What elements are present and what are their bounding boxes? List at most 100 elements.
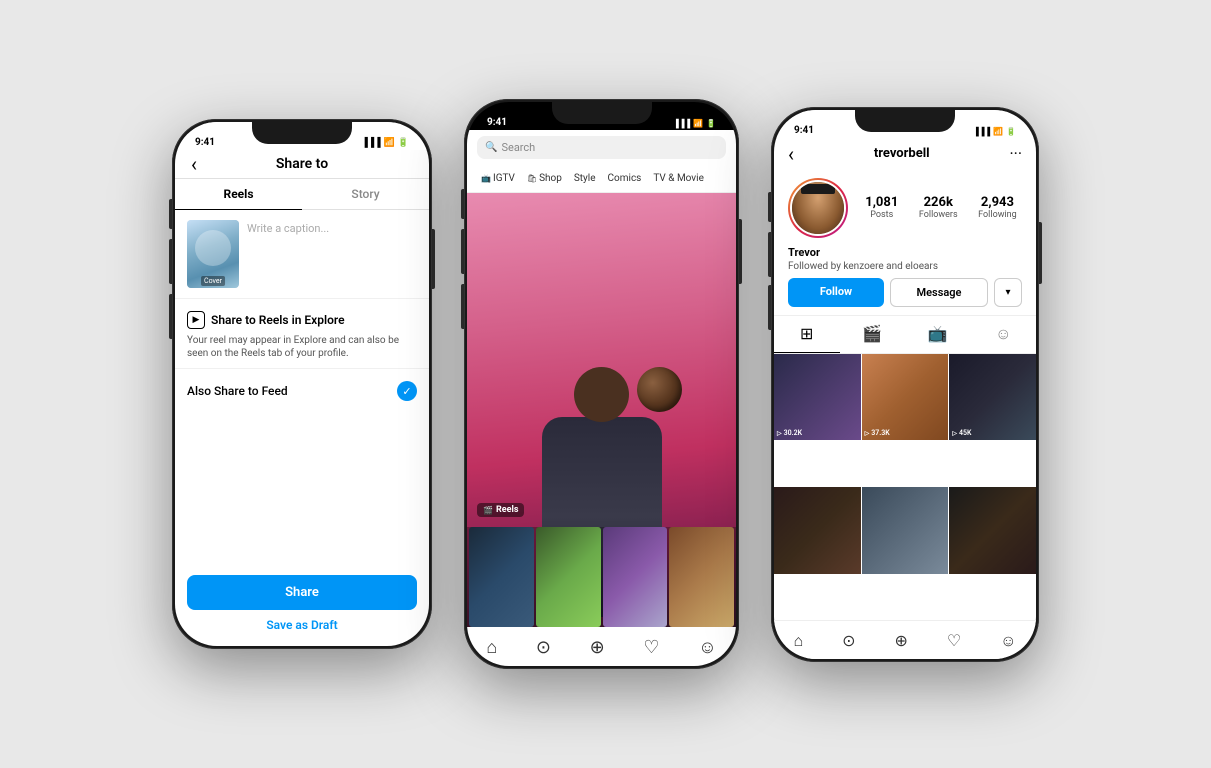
- nav-profile-icon[interactable]: ☺: [698, 637, 716, 658]
- nav-search-icon[interactable]: ⊙: [536, 637, 551, 658]
- also-share-toggle[interactable]: ✓: [397, 381, 417, 401]
- avatar-hat: [801, 184, 835, 194]
- reel-main-video: 🎬 Reels: [467, 193, 736, 627]
- stats-row: 1,081 Posts 226k Followers 2,943 Followi…: [860, 195, 1022, 220]
- profile-back-button[interactable]: ‹: [788, 142, 794, 166]
- grid-cell-6[interactable]: [949, 487, 1036, 574]
- ct-tagged-tab[interactable]: ☺: [971, 316, 1037, 353]
- cat-tv-label: TV & Movie: [653, 173, 704, 184]
- explore-section-title: Share to Reels in Explore: [211, 313, 345, 327]
- time-2: 9:41: [487, 117, 507, 128]
- wifi-icon-3: 📶: [993, 127, 1003, 136]
- cat-comics[interactable]: Comics: [602, 169, 648, 188]
- stat-posts-num: 1,081: [865, 195, 898, 210]
- nav3-profile-icon[interactable]: ☺: [1000, 631, 1016, 651]
- share-tabs: Reels Story: [175, 179, 429, 210]
- reels-label-overlay: 🎬 Reels: [477, 503, 524, 517]
- nav3-search-icon[interactable]: ⊙: [842, 631, 855, 651]
- share-button[interactable]: Share: [187, 575, 417, 610]
- stat-followers-label: Followers: [919, 210, 958, 220]
- play-icon-3: ▷: [952, 430, 957, 437]
- cat-tv[interactable]: TV & Movie: [647, 169, 710, 188]
- cat-style[interactable]: Style: [568, 169, 602, 188]
- grid-cell-2[interactable]: ▷37.3K: [862, 354, 949, 441]
- share-title: Share to: [276, 156, 328, 172]
- profile-actions: Follow Message ▾: [774, 278, 1036, 315]
- grid-cell-1[interactable]: ▷30.2K: [774, 354, 861, 441]
- thumb-3[interactable]: [603, 527, 668, 627]
- stat-followers-num: 226k: [919, 195, 958, 210]
- follow-button[interactable]: Follow: [788, 278, 884, 307]
- caption-input[interactable]: Write a caption...: [247, 220, 417, 288]
- phone3-bottom-nav: ⌂ ⊙ ⊕ ♡ ☺: [774, 620, 1036, 659]
- followed-by-text: Followed by kenzoere and eloears: [774, 261, 1036, 278]
- tab-reels[interactable]: Reels: [175, 179, 302, 209]
- cover-label: Cover: [201, 276, 225, 286]
- basketball: [637, 367, 682, 412]
- stat-following-num: 2,943: [978, 195, 1017, 210]
- share-body: Cover Write a caption... ▶ Share to Reel…: [175, 210, 429, 565]
- scene: 9:41 ▐▐▐ 📶 🔋 ‹ Share to Reels Story: [0, 0, 1211, 768]
- stat-following: 2,943 Following: [978, 195, 1017, 220]
- reels-badge-text: Reels: [496, 505, 519, 515]
- profile-nav: ‹ trevorbell ···: [774, 138, 1036, 170]
- status-icons-2: ▐▐▐ 📶 🔋: [673, 119, 716, 128]
- cat-comics-label: Comics: [608, 173, 642, 184]
- search-input-box[interactable]: 🔍 Search: [477, 136, 726, 159]
- time-3: 9:41: [794, 125, 814, 136]
- ct-grid-tab[interactable]: ⊞: [774, 316, 840, 353]
- dropdown-button[interactable]: ▾: [994, 278, 1022, 307]
- ct-reels-tab[interactable]: 🎬: [840, 316, 906, 353]
- profile-more-button[interactable]: ···: [1009, 144, 1022, 163]
- explore-description: Your reel may appear in Explore and can …: [187, 334, 417, 360]
- profile-username: trevorbell: [874, 146, 930, 161]
- status-icons-3: ▐▐▐ 📶 🔋: [973, 127, 1016, 136]
- nav-home-icon[interactable]: ⌂: [486, 637, 497, 658]
- cat-style-label: Style: [574, 173, 596, 184]
- phone-profile: 9:41 ▐▐▐ 📶 🔋 ‹ trevorbell ···: [771, 107, 1039, 662]
- back-button[interactable]: ‹: [191, 154, 197, 174]
- cat-shop-label: Shop: [539, 173, 562, 184]
- nav-heart-icon[interactable]: ♡: [643, 637, 659, 658]
- time-1: 9:41: [195, 137, 215, 148]
- nav3-home-icon[interactable]: ⌂: [793, 631, 803, 651]
- nav3-add-icon[interactable]: ⊕: [894, 631, 907, 651]
- explore-section: ▶ Share to Reels in Explore Your reel ma…: [175, 299, 429, 369]
- grid-cell-3[interactable]: ▷45K: [949, 354, 1036, 441]
- reels-explore-icon: ▶: [187, 311, 205, 329]
- signal-icon: ▐▐▐: [361, 137, 380, 148]
- message-button[interactable]: Message: [890, 278, 988, 307]
- wifi-icon: 📶: [384, 138, 395, 148]
- ct-igtv-tab[interactable]: 📺: [905, 316, 971, 353]
- search-icon: 🔍: [485, 142, 497, 153]
- cat-igtv-label: IGTV: [493, 173, 515, 184]
- play-icon-1: ▷: [777, 430, 782, 437]
- phone2-bottom-nav: ⌂ ⊙ ⊕ ♡ ☺: [467, 627, 736, 666]
- avatar-inner: [790, 180, 846, 236]
- share-header: ‹ Share to: [175, 150, 429, 179]
- nav3-heart-icon[interactable]: ♡: [947, 631, 961, 651]
- nav-add-icon[interactable]: ⊕: [590, 637, 605, 658]
- wifi-icon-2: 📶: [693, 119, 703, 128]
- cat-igtv[interactable]: 📺 IGTV: [475, 169, 521, 188]
- tab-story[interactable]: Story: [302, 179, 429, 209]
- grid-cell-4[interactable]: [774, 487, 861, 574]
- thumb-2[interactable]: [536, 527, 601, 627]
- thumb-1[interactable]: [469, 527, 534, 627]
- grid-stat-2: ▷37.3K: [865, 429, 890, 437]
- also-share-row: Also Share to Feed ✓: [175, 369, 429, 413]
- battery-icon: 🔋: [398, 138, 409, 148]
- category-tabs: 📺 IGTV 🛍 Shop Style Comics TV & Movie: [467, 165, 736, 193]
- grid-cell-5[interactable]: [862, 487, 949, 574]
- thumb-4[interactable]: [669, 527, 734, 627]
- cover-thumbnail[interactable]: Cover: [187, 220, 239, 288]
- cat-shop[interactable]: 🛍 Shop: [521, 169, 568, 188]
- profile-avatar: [788, 178, 848, 238]
- battery-icon-3: 🔋: [1006, 127, 1016, 136]
- stat-following-label: Following: [978, 210, 1017, 220]
- play-icon-2: ▷: [865, 430, 870, 437]
- notch-3: [855, 110, 955, 132]
- save-draft-button[interactable]: Save as Draft: [187, 618, 417, 632]
- phone-reels-feed: 9:41 ▐▐▐ 📶 🔋 🔍 Search 📺 IGTV: [464, 99, 739, 669]
- profile-info-section: 1,081 Posts 226k Followers 2,943 Followi…: [774, 170, 1036, 246]
